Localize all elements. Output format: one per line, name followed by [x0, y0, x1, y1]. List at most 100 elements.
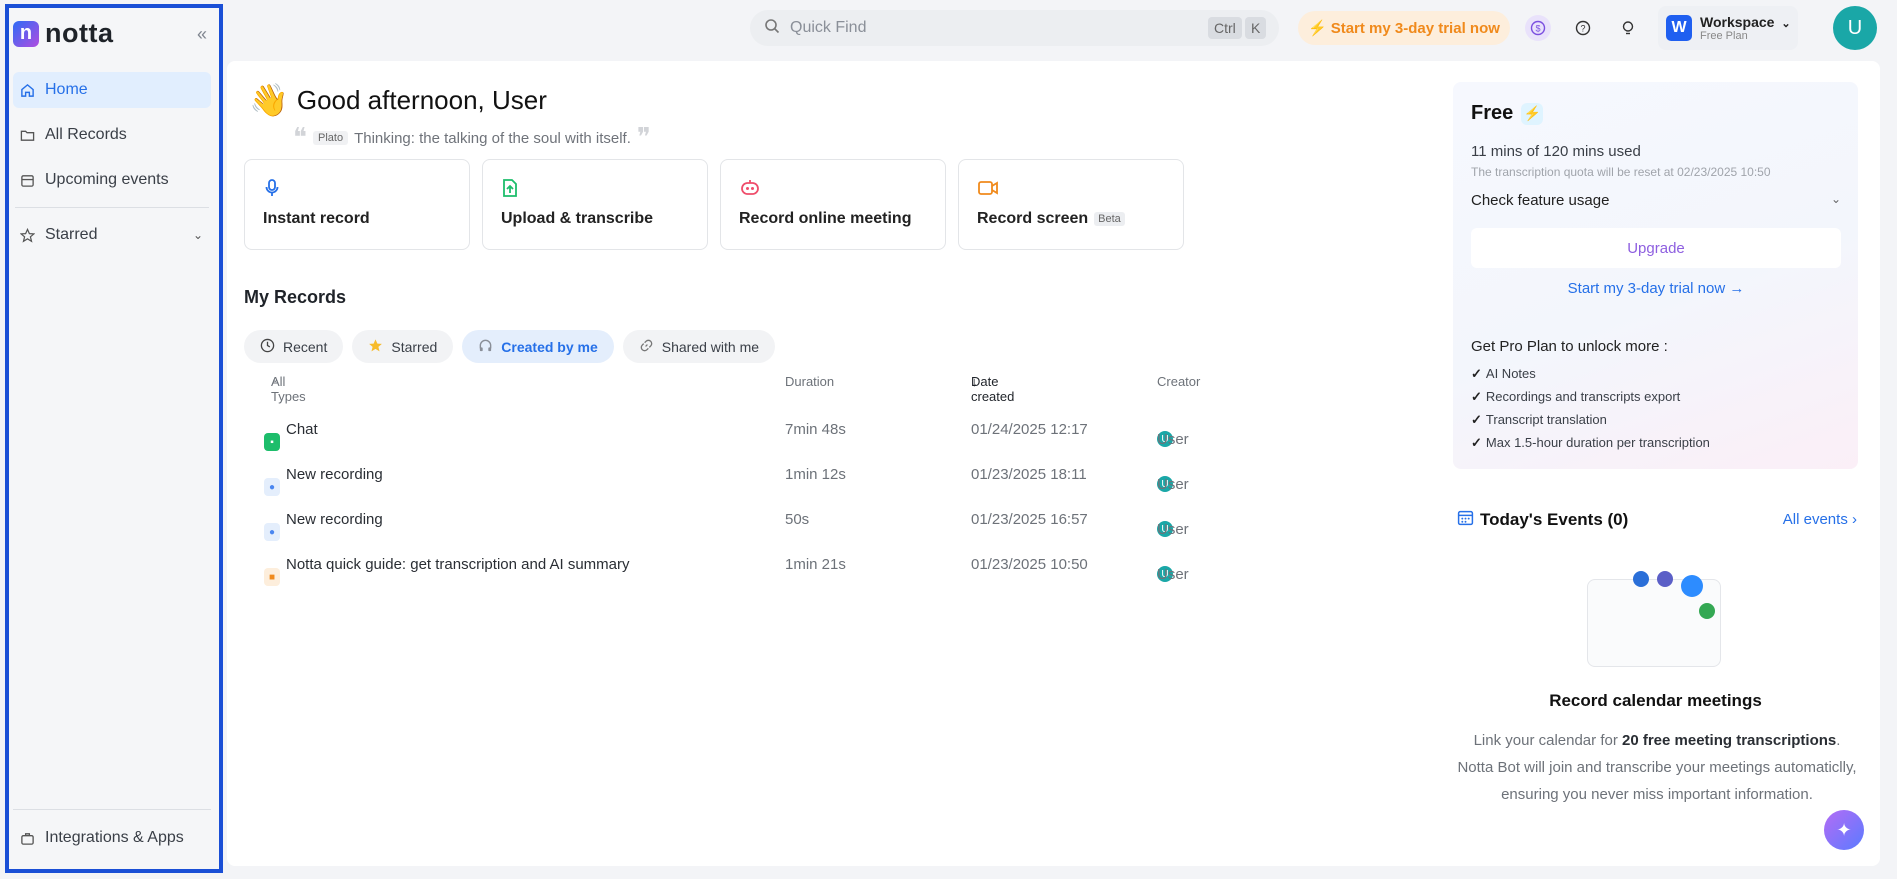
filter-created-by-me[interactable]: Created by me [462, 330, 614, 363]
filter-recent[interactable]: Recent [244, 330, 344, 363]
video-camera-icon: ■ [264, 568, 280, 586]
filter-shared-with-me[interactable]: Shared with me [622, 330, 776, 363]
waving-hand-icon: 👋 [249, 82, 289, 118]
record-calendar-title: Record calendar meetings [1549, 691, 1762, 710]
search-icon [764, 18, 780, 39]
microphone-icon [263, 178, 451, 200]
search-placeholder: Quick Find [790, 19, 867, 36]
search-input[interactable]: Quick Find Ctrl K [750, 10, 1279, 46]
chat-file-icon: ▪ [264, 433, 280, 451]
ai-assistant-icon[interactable]: ✦ [1824, 810, 1864, 850]
events-title: Today's Events (0) [1457, 509, 1628, 531]
check-icon: ✓ [1471, 388, 1482, 404]
section-title: My Records [244, 287, 347, 307]
table-row[interactable]: ● New recording 50s 01/23/2025 16:57 U Us… [264, 501, 1254, 541]
sidebar-item-label: All Records [45, 126, 127, 143]
sidebar-item-label: Starred [45, 226, 98, 243]
list-item: ✓ Recordings and transcripts export [1471, 388, 1681, 405]
svg-text:?: ? [1580, 24, 1585, 34]
logo-text: notta [45, 18, 114, 48]
divider [15, 207, 209, 208]
sidebar-item-label: Home [45, 81, 88, 98]
column-creator: Creator [1157, 374, 1201, 389]
logo-mark: n [13, 20, 39, 47]
record-date: 01/23/2025 10:50 [971, 556, 1088, 573]
plan-title: Free ⚡ [1471, 102, 1544, 125]
lightbulb-icon[interactable] [1615, 15, 1641, 41]
trial-link[interactable]: Start my 3-day trial now → [1471, 280, 1841, 297]
credits-icon[interactable]: $ [1525, 15, 1551, 41]
record-date: 01/23/2025 18:11 [971, 466, 1087, 483]
svg-text:$: $ [1535, 24, 1540, 34]
chip-label: Recent [283, 338, 328, 355]
arrow-down-icon: ↓ [971, 374, 978, 389]
list-item: ✓ Max 1.5-hour duration per transcription [1471, 434, 1710, 451]
chevron-down-icon: ⌄ [1781, 18, 1791, 30]
chip-label: Starred [391, 338, 438, 355]
plan-usage: 11 mins of 120 mins used [1471, 143, 1641, 160]
sidebar-item-starred[interactable]: Starred ⌄ [13, 217, 211, 253]
instant-record-card[interactable]: Instant record [244, 159, 470, 250]
calendar-icon [19, 172, 35, 188]
bot-icon [739, 178, 927, 200]
card-label: Record online meeting [739, 210, 912, 227]
filter-starred[interactable]: Starred [352, 330, 454, 363]
sidebar: n notta « Home All Records Upcoming even… [5, 4, 223, 873]
sidebar-item-label: Upcoming events [45, 171, 169, 188]
record-meeting-card[interactable]: Record online meeting [720, 159, 946, 250]
table-header: All Types ⌄ Duration Date created ↓ Crea… [271, 374, 1201, 404]
record-name: Notta quick guide: get transcription and… [286, 556, 630, 573]
check-feature-usage[interactable]: Check feature usage ⌄ [1471, 192, 1841, 209]
star-icon [19, 227, 35, 243]
chevron-down-icon[interactable]: ⌄ [193, 228, 203, 242]
logo[interactable]: n notta [13, 18, 113, 49]
workspace-badge: W [1666, 15, 1692, 41]
calendar-icon [1457, 509, 1474, 531]
workspace-switcher[interactable]: W Workspace ⌄ Free Plan [1658, 6, 1798, 50]
all-events-link[interactable]: All events › [1783, 511, 1857, 528]
upgrade-button[interactable]: Upgrade [1471, 228, 1841, 268]
clock-icon [260, 338, 275, 356]
record-duration: 1min 21s [785, 556, 846, 573]
record-duration: 50s [785, 511, 810, 528]
sidebar-item-all-records[interactable]: All Records [13, 117, 211, 153]
record-screen-card[interactable]: Record screen Beta [958, 159, 1184, 250]
kbd-k: K [1245, 17, 1267, 39]
sidebar-item-integrations[interactable]: Integrations & Apps [13, 820, 211, 856]
record-date: 01/23/2025 16:57 [971, 511, 1088, 528]
headphones-icon [478, 338, 493, 356]
briefcase-icon [19, 830, 35, 846]
record-name: New recording [286, 466, 383, 483]
list-item: ✓ AI Notes [1471, 365, 1536, 382]
sidebar-nav: Home All Records Upcoming events Starred… [13, 72, 211, 262]
collapse-sidebar-icon[interactable]: « [197, 24, 207, 45]
microphone-icon: ● [264, 478, 280, 496]
table-row[interactable]: ▪ Chat 7min 48s 01/24/2025 12:17 U User [264, 411, 1254, 451]
quote-open-icon: ❝ [293, 123, 307, 153]
chip-label: Created by me [501, 338, 598, 355]
plan-panel: Free ⚡ 11 mins of 120 mins used The tran… [1453, 82, 1858, 469]
table-row[interactable]: ● New recording 1min 12s 01/23/2025 18:1… [264, 456, 1254, 496]
chevron-down-icon: ⌄ [1830, 192, 1841, 206]
upload-transcribe-card[interactable]: Upload & transcribe [482, 159, 708, 250]
trial-button[interactable]: ⚡ Start my 3-day trial now [1298, 11, 1510, 45]
events-header: Today's Events (0) All events › [1457, 509, 1857, 533]
trial-label: Start my 3-day trial now [1330, 19, 1500, 37]
sidebar-item-upcoming-events[interactable]: Upcoming events [13, 162, 211, 198]
sidebar-item-home[interactable]: Home [13, 72, 211, 108]
avatar[interactable]: U [1833, 6, 1877, 50]
folder-icon [19, 127, 35, 143]
microphone-icon: ● [264, 523, 280, 541]
page-title: Good afternoon, User [296, 84, 547, 115]
workspace-plan: Free Plan [1700, 30, 1748, 42]
help-icon[interactable]: ? [1570, 15, 1596, 41]
record-name: Chat [286, 421, 318, 438]
highlight-text: 20 free meeting transcriptions [1622, 732, 1837, 749]
quick-actions: Instant record Upload & transcribe Recor… [244, 159, 1184, 250]
divider [13, 809, 211, 810]
lightning-icon: ⚡ [1308, 20, 1327, 37]
card-label: Record screen Beta [977, 210, 1125, 228]
check-icon: ✓ [1471, 411, 1482, 427]
table-row[interactable]: ■ Notta quick guide: get transcription a… [264, 546, 1254, 586]
quote: ❝ Plato Thinking: the talking of the sou… [293, 125, 651, 151]
